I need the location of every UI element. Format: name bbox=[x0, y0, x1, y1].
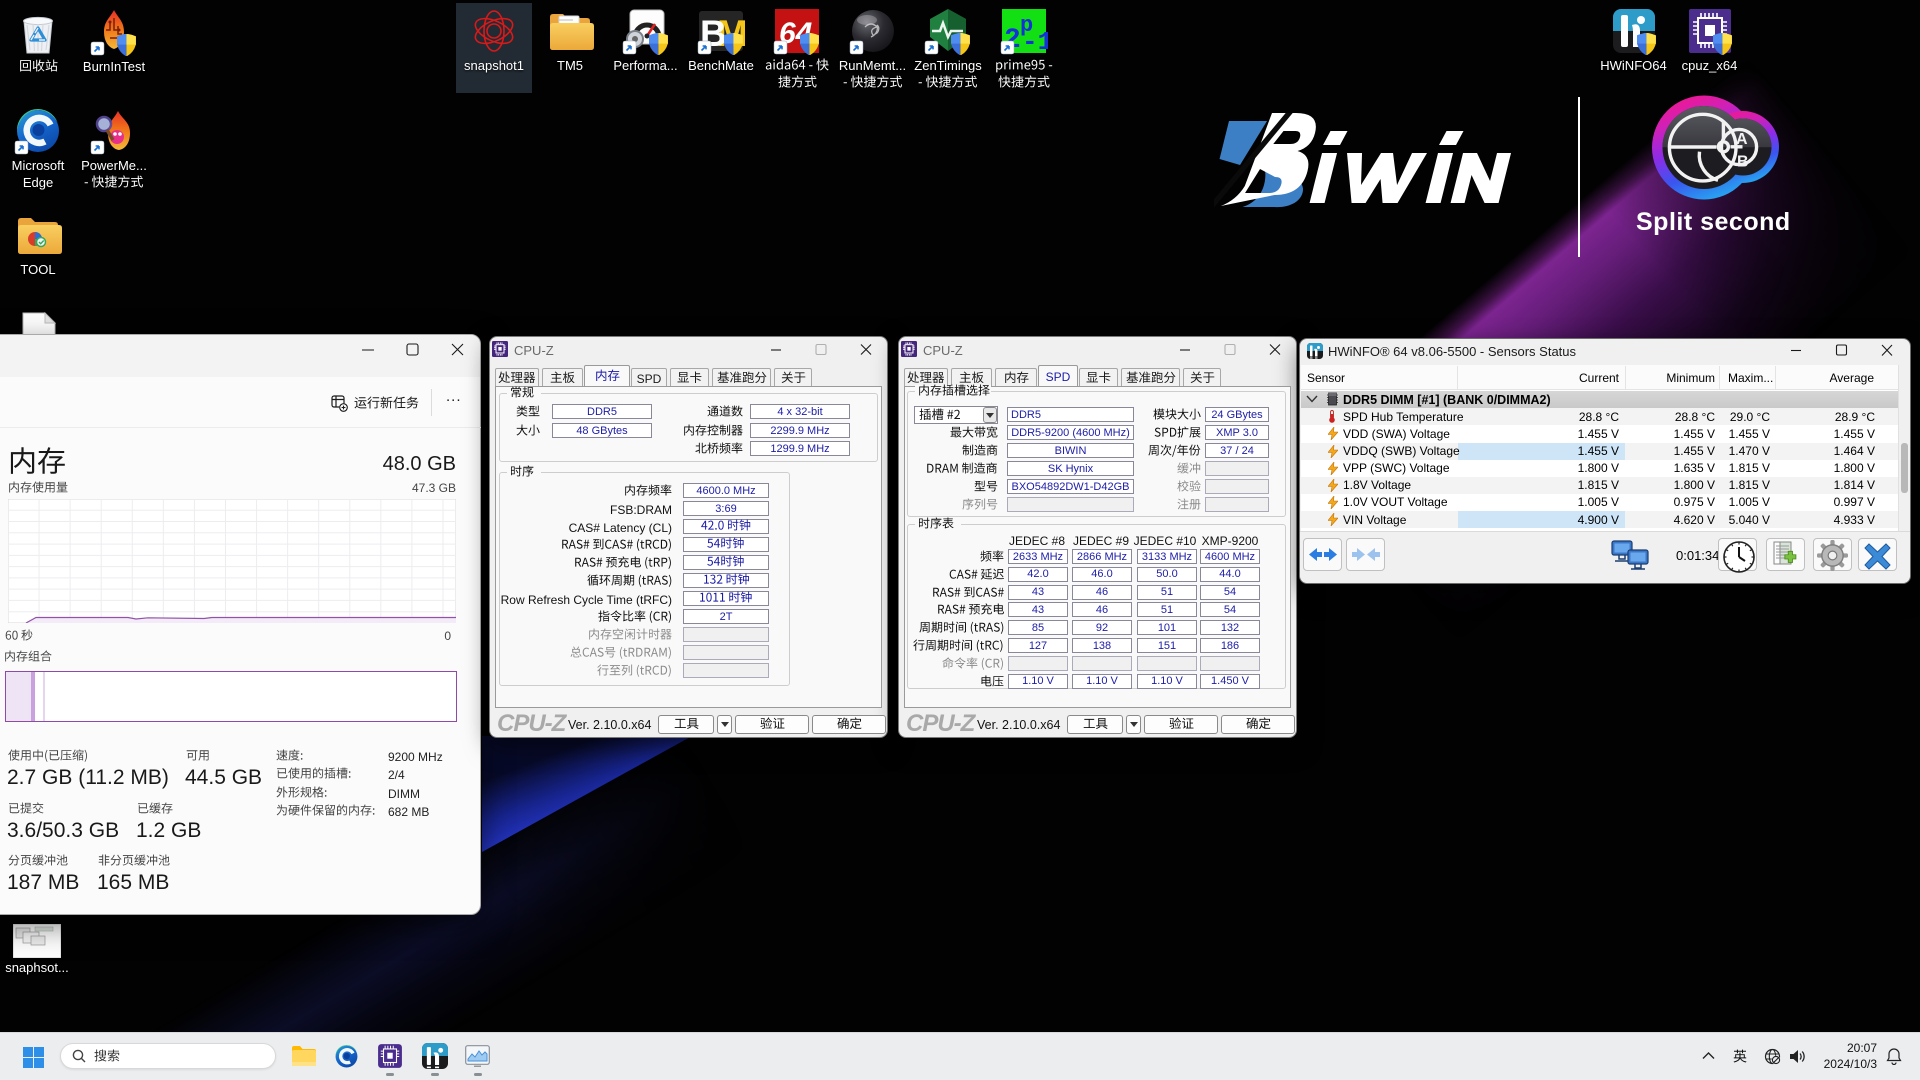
svg-text:A: A bbox=[1736, 131, 1748, 148]
svg-text:B: B bbox=[1737, 154, 1749, 171]
svg-text:-1: -1 bbox=[1022, 27, 1048, 55]
